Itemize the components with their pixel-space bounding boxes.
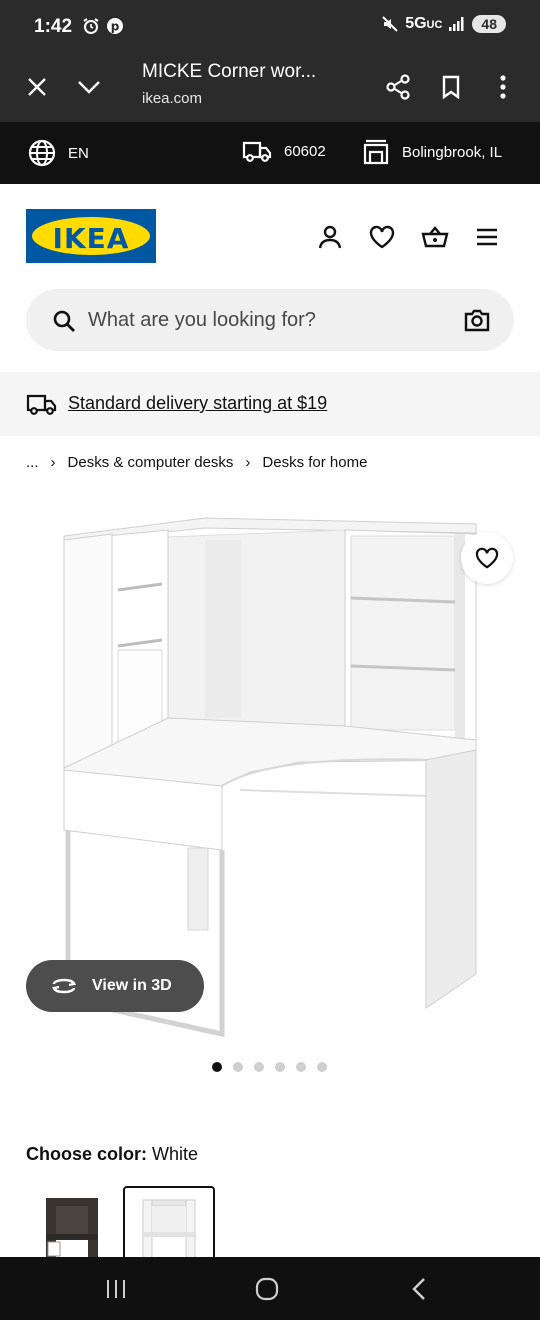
status-right: 5GUC 48 bbox=[381, 15, 506, 33]
status-notification-icons: p bbox=[82, 17, 124, 35]
signal-icon bbox=[449, 17, 464, 31]
collapse-button[interactable] bbox=[72, 70, 106, 104]
share-button[interactable] bbox=[381, 70, 415, 104]
camera-search-icon[interactable] bbox=[464, 308, 490, 332]
more-vert-icon bbox=[500, 75, 506, 99]
chevron-right-icon: › bbox=[50, 454, 56, 471]
locale-bar: EN 60602 Bolingbrook, IL bbox=[0, 122, 540, 184]
home-button[interactable] bbox=[247, 1275, 287, 1303]
delivery-banner: Standard delivery starting at $19 bbox=[0, 372, 540, 436]
color-chooser-label: Choose color: White bbox=[26, 1144, 198, 1165]
choose-color-label: Choose color: bbox=[26, 1144, 148, 1164]
color-swatch-white[interactable] bbox=[123, 1186, 215, 1266]
profile-button[interactable] bbox=[315, 222, 345, 252]
search-icon bbox=[53, 310, 75, 332]
share-icon bbox=[386, 74, 410, 100]
image-carousel-dots bbox=[212, 1062, 327, 1072]
carousel-dot[interactable] bbox=[317, 1062, 327, 1072]
black-brown-desk-thumbnail bbox=[46, 1198, 98, 1266]
selected-color: White bbox=[152, 1144, 199, 1164]
network-type: 5GUC bbox=[405, 15, 443, 32]
zip-selector[interactable]: 60602 bbox=[242, 139, 326, 163]
heart-icon bbox=[475, 547, 499, 569]
cart-button[interactable] bbox=[420, 222, 450, 252]
menu-button[interactable] bbox=[472, 222, 502, 252]
carousel-dot[interactable] bbox=[275, 1062, 285, 1072]
search-bar[interactable] bbox=[26, 289, 514, 351]
browser-toolbar: MICKE Corner wor... ikea.com bbox=[0, 52, 540, 122]
carousel-dot[interactable] bbox=[296, 1062, 306, 1072]
breadcrumb-item[interactable]: Desks for home bbox=[262, 454, 367, 471]
status-time: 1:42 bbox=[34, 16, 73, 37]
language-label: EN bbox=[68, 144, 89, 162]
globe-icon bbox=[28, 139, 56, 167]
logo-text: IKEA bbox=[52, 222, 130, 255]
delivery-truck-icon bbox=[242, 141, 272, 162]
alarm-icon bbox=[83, 18, 99, 34]
store-label: Bolingbrook, IL bbox=[402, 143, 503, 161]
rotate-3d-icon bbox=[50, 976, 78, 996]
recent-apps-icon bbox=[107, 1280, 125, 1298]
search-input[interactable] bbox=[88, 305, 438, 335]
mute-icon bbox=[382, 16, 398, 32]
recent-apps-button[interactable] bbox=[96, 1275, 136, 1303]
breadcrumb: ... › Desks & computer desks › Desks for… bbox=[26, 454, 367, 471]
hamburger-menu-icon bbox=[477, 228, 497, 246]
color-swatch-black-brown[interactable] bbox=[26, 1186, 118, 1266]
carousel-dot[interactable] bbox=[212, 1062, 222, 1072]
breadcrumb-item[interactable]: Desks & computer desks bbox=[68, 454, 234, 471]
battery-level: 48 bbox=[472, 15, 506, 33]
store-selector[interactable]: Bolingbrook, IL bbox=[362, 139, 502, 165]
white-desk-thumbnail bbox=[142, 1199, 196, 1264]
close-icon bbox=[28, 78, 46, 96]
pinterest-icon: p bbox=[107, 18, 123, 34]
chevron-right-icon: › bbox=[245, 454, 251, 471]
delivery-truck-icon bbox=[26, 394, 57, 415]
view-in-3d-button[interactable]: View in 3D bbox=[26, 960, 204, 1012]
breadcrumb-ellipsis[interactable]: ... bbox=[26, 454, 39, 471]
user-icon bbox=[318, 225, 342, 249]
bookmark-button[interactable] bbox=[434, 70, 468, 104]
zip-label: 60602 bbox=[284, 142, 326, 160]
carousel-dot[interactable] bbox=[233, 1062, 243, 1072]
store-icon bbox=[363, 139, 389, 165]
chevron-down-icon bbox=[78, 81, 100, 94]
save-to-favorites-button[interactable] bbox=[461, 532, 513, 584]
system-nav-bar bbox=[0, 1257, 540, 1320]
carousel-dot[interactable] bbox=[254, 1062, 264, 1072]
page-url: ikea.com bbox=[142, 90, 203, 107]
delivery-link[interactable]: Standard delivery starting at $19 bbox=[68, 393, 327, 414]
close-tab-button[interactable] bbox=[20, 70, 54, 104]
language-selector[interactable]: EN bbox=[28, 139, 89, 167]
page-title: MICKE Corner wor... bbox=[142, 61, 317, 82]
view-in-3d-label: View in 3D bbox=[92, 977, 172, 994]
home-icon bbox=[255, 1277, 279, 1301]
heart-icon bbox=[369, 225, 395, 249]
svg-text:p: p bbox=[111, 20, 120, 34]
back-button[interactable] bbox=[399, 1275, 439, 1303]
favorites-button[interactable] bbox=[367, 222, 397, 252]
ikea-logo[interactable]: IKEA bbox=[26, 209, 156, 263]
bookmark-icon bbox=[442, 75, 460, 99]
status-bar: 1:42 p 5GUC 48 bbox=[0, 0, 540, 52]
back-chevron-icon bbox=[412, 1278, 425, 1300]
more-options-button[interactable] bbox=[486, 70, 520, 104]
basket-icon bbox=[421, 226, 449, 248]
